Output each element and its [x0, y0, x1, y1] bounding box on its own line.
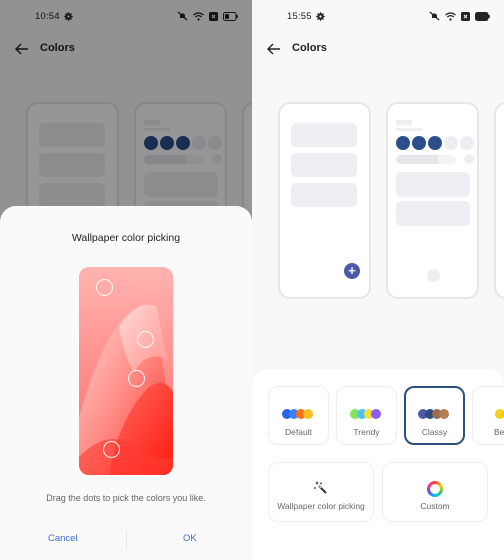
palette-card-beyond[interactable]: Beyond: [472, 386, 504, 445]
palette-card-classy[interactable]: Classy: [404, 386, 465, 445]
preview-home-button: [427, 269, 440, 282]
palette-label: Default: [285, 427, 312, 437]
color-picker-dot[interactable]: [96, 279, 113, 296]
option-label: Custom: [420, 501, 450, 511]
preview-placeholder: [291, 183, 357, 207]
preview-phone-accent[interactable]: [386, 102, 479, 299]
cancel-button[interactable]: Cancel: [48, 533, 78, 544]
preview-text-line: [396, 120, 412, 125]
wallpaper-image: [79, 267, 173, 475]
preview-empty-dot: [444, 136, 458, 150]
palette-label: Beyond: [494, 427, 504, 437]
swatch-dot: [370, 409, 381, 419]
wallpaper-color-dialog: Wallpaper color picking Drag the dots to…: [0, 206, 252, 560]
back-arrow-icon[interactable]: [266, 41, 282, 57]
status-bar: 15:55: [252, 0, 504, 36]
comparison-stage: 10:54 Colors Wallpaper color picking Dra…: [0, 0, 504, 560]
dialog-title: Wallpaper color picking: [71, 232, 181, 244]
no-sim-icon: [461, 11, 470, 21]
status-time: 15:55: [287, 11, 312, 22]
preview-placeholder: [291, 123, 357, 147]
dialog-hint: Drag the dots to pick the colors you lik…: [46, 493, 206, 503]
color-picker-dot[interactable]: [128, 370, 145, 387]
ok-button[interactable]: OK: [183, 533, 197, 544]
mute-bell-icon: [429, 11, 440, 21]
palette-label: Classy: [421, 427, 448, 437]
preview-accent-dot: [428, 136, 442, 150]
palette-panel: Default Trendy Classy Be Wallpaper color…: [252, 369, 504, 560]
preview-placeholder: [291, 153, 357, 177]
palette-card-default[interactable]: Default: [268, 386, 329, 445]
preview-empty-dot: [460, 136, 474, 150]
palette-card-trendy[interactable]: Trendy: [336, 386, 397, 445]
preview-accent-dot: [412, 136, 426, 150]
option-label: Wallpaper color picking: [277, 501, 365, 511]
left-screen: 10:54 Colors Wallpaper color picking Dra…: [0, 0, 252, 560]
preview-accent-dot: [396, 136, 410, 150]
swatch-dot: [438, 409, 449, 419]
preview-phone-next[interactable]: [494, 102, 504, 299]
dialog-actions: Cancel OK: [0, 530, 252, 550]
palette-swatch: [281, 409, 316, 419]
preview-progress-bar: [396, 155, 456, 164]
action-divider: [126, 530, 127, 550]
page-title: Colors: [292, 42, 327, 54]
preview-text-line: [396, 128, 422, 131]
preview-small-dot: [464, 154, 474, 164]
preview-placeholder: [396, 201, 470, 226]
preview-fab-plus-icon: +: [344, 263, 360, 279]
color-picker-dot[interactable]: [103, 441, 120, 458]
battery-icon: [475, 11, 490, 21]
settings-gear-icon: [316, 12, 325, 21]
theme-preview-carousel[interactable]: +: [252, 102, 504, 300]
wallpaper-color-picking-option[interactable]: Wallpaper color picking: [268, 462, 374, 522]
preview-placeholder: [396, 172, 470, 197]
palette-label: Trendy: [353, 427, 380, 437]
app-bar: Colors: [252, 36, 504, 64]
preview-phone-list[interactable]: +: [278, 102, 371, 299]
palette-swatch: [349, 409, 384, 419]
right-screen: 15:55 Colors + Default Trendy Classy Be …: [252, 0, 504, 560]
wifi-icon: [445, 11, 456, 21]
custom-color-option[interactable]: Custom: [382, 462, 488, 522]
swatch-dot: [302, 409, 313, 419]
palette-swatch: [495, 409, 504, 419]
color-picker-dot[interactable]: [137, 331, 154, 348]
wallpaper-preview: [79, 267, 173, 475]
magic-wand-icon: [314, 481, 327, 494]
color-ring-icon: [427, 481, 443, 497]
palette-swatch: [417, 409, 452, 419]
